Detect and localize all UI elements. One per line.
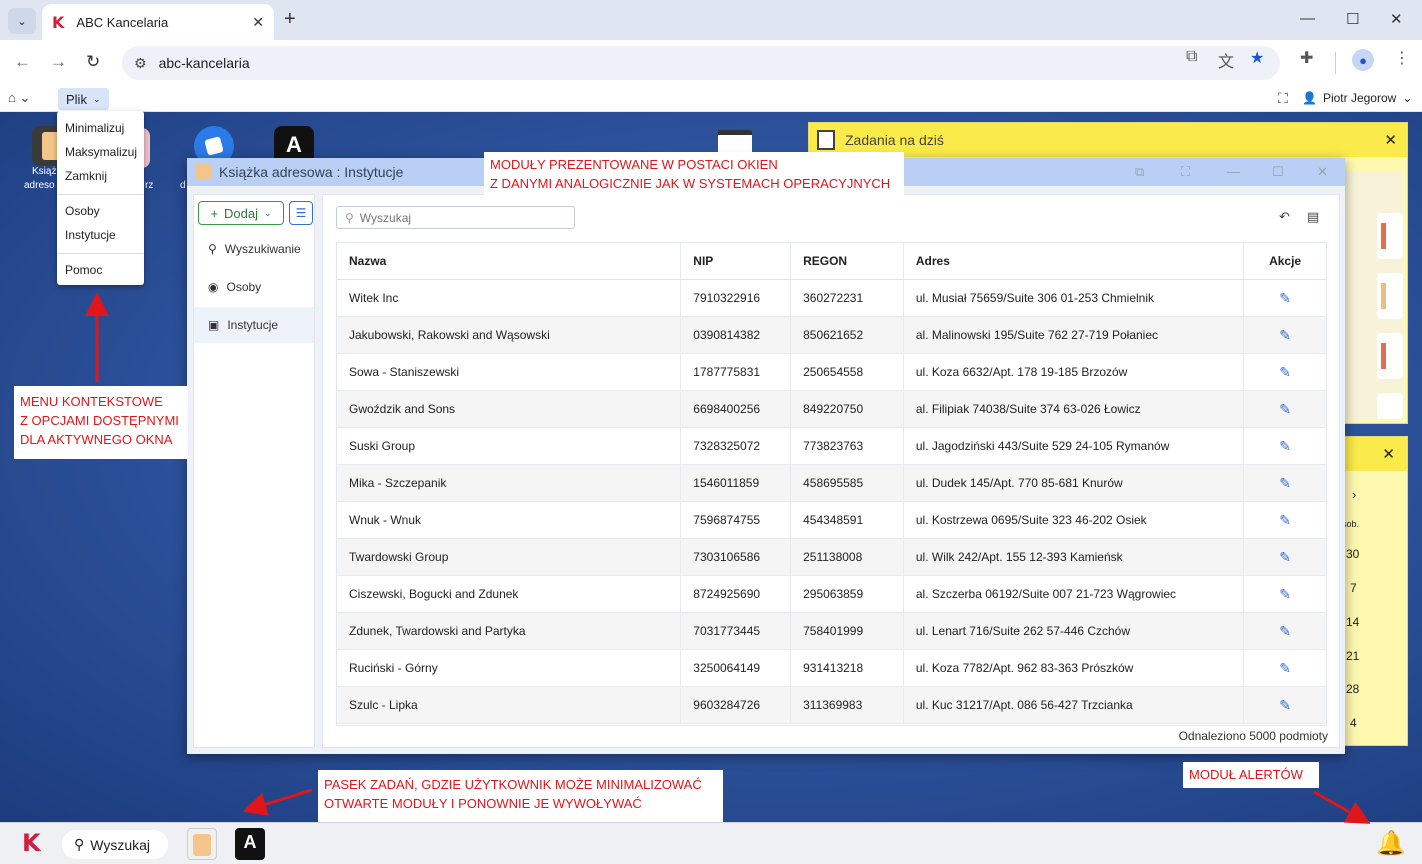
arrow-to-alerts (1313, 790, 1371, 824)
arrow-to-taskbar (242, 788, 313, 816)
annotation-arrows (85, 292, 1371, 824)
